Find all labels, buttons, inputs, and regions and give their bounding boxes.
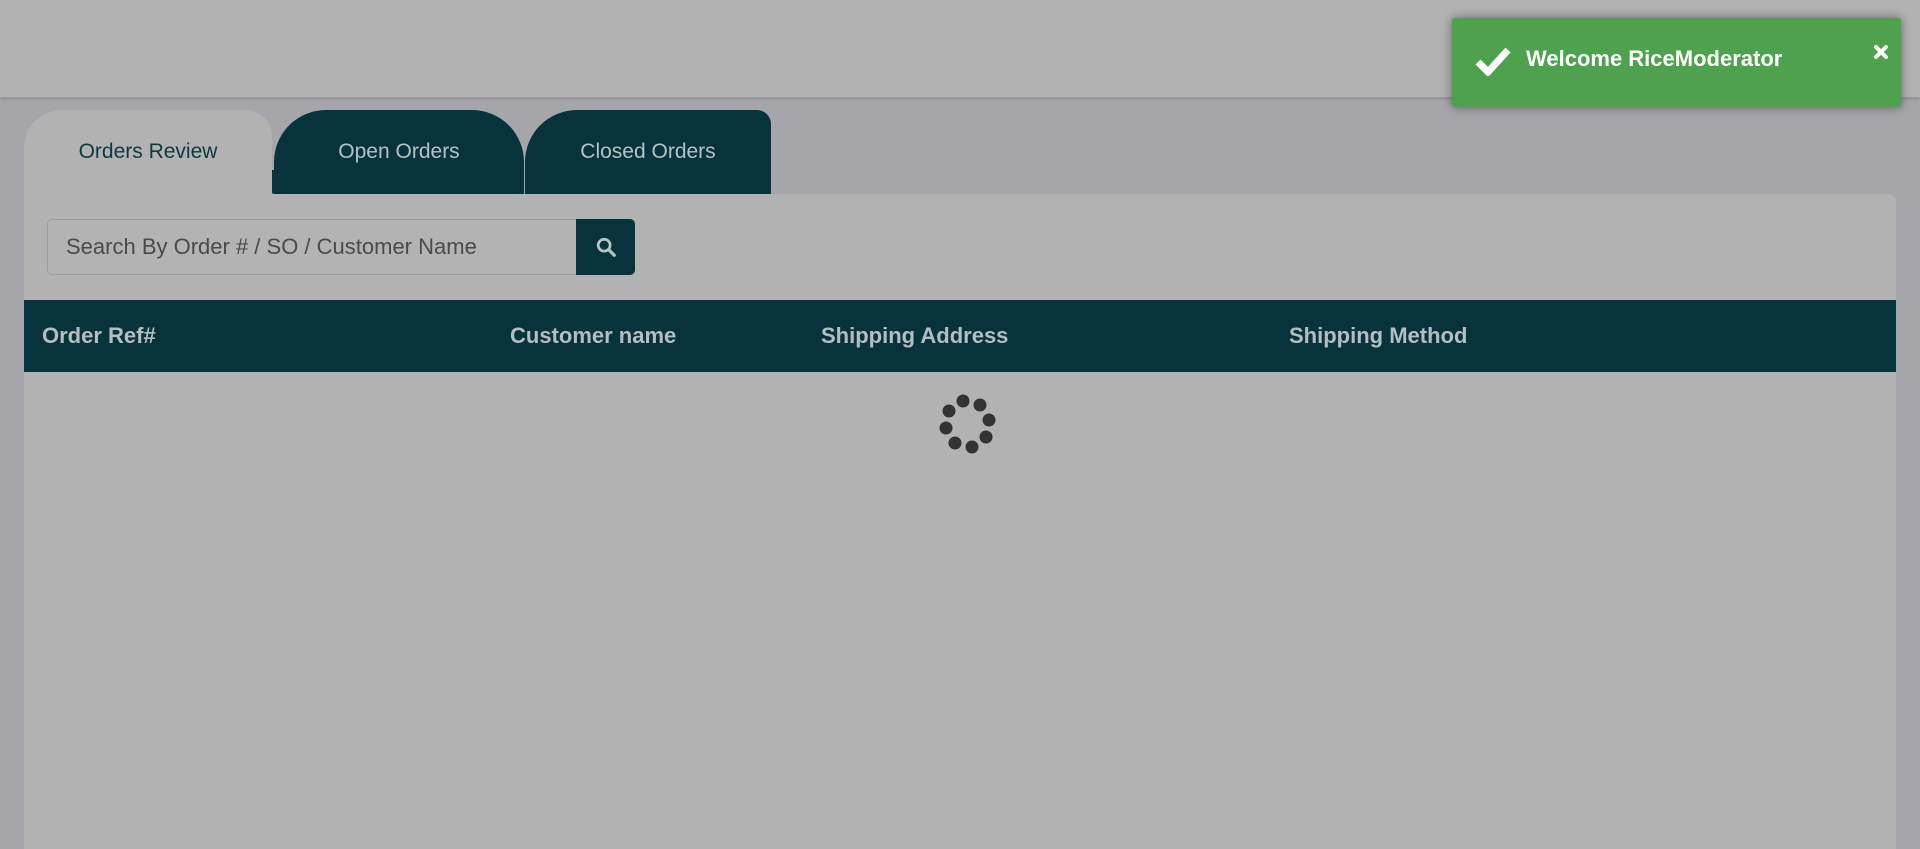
tab-open-orders[interactable]: Open Orders [274,110,524,195]
table-header: Order Ref# Customer name Shipping Addres… [24,300,1896,372]
column-header-shipping-address[interactable]: Shipping Address [821,300,1008,372]
welcome-toast: Welcome RiceModerator [1452,18,1901,107]
check-icon [1475,47,1511,76]
search-icon [596,237,616,257]
toast-message: Welcome RiceModerator [1526,46,1783,71]
tab-orders-review[interactable]: Orders Review [24,110,272,195]
tab-closed-orders[interactable]: Closed Orders [525,110,771,195]
search-input[interactable] [47,219,577,275]
loading-spinner [939,394,996,454]
search-button[interactable] [576,219,635,275]
close-icon[interactable] [1873,44,1889,60]
column-header-order-ref[interactable]: Order Ref# [42,300,156,372]
column-header-customer-name[interactable]: Customer name [510,300,676,372]
orders-panel: Order Ref# Customer name Shipping Addres… [24,194,1896,849]
column-header-shipping-method[interactable]: Shipping Method [1289,300,1467,372]
